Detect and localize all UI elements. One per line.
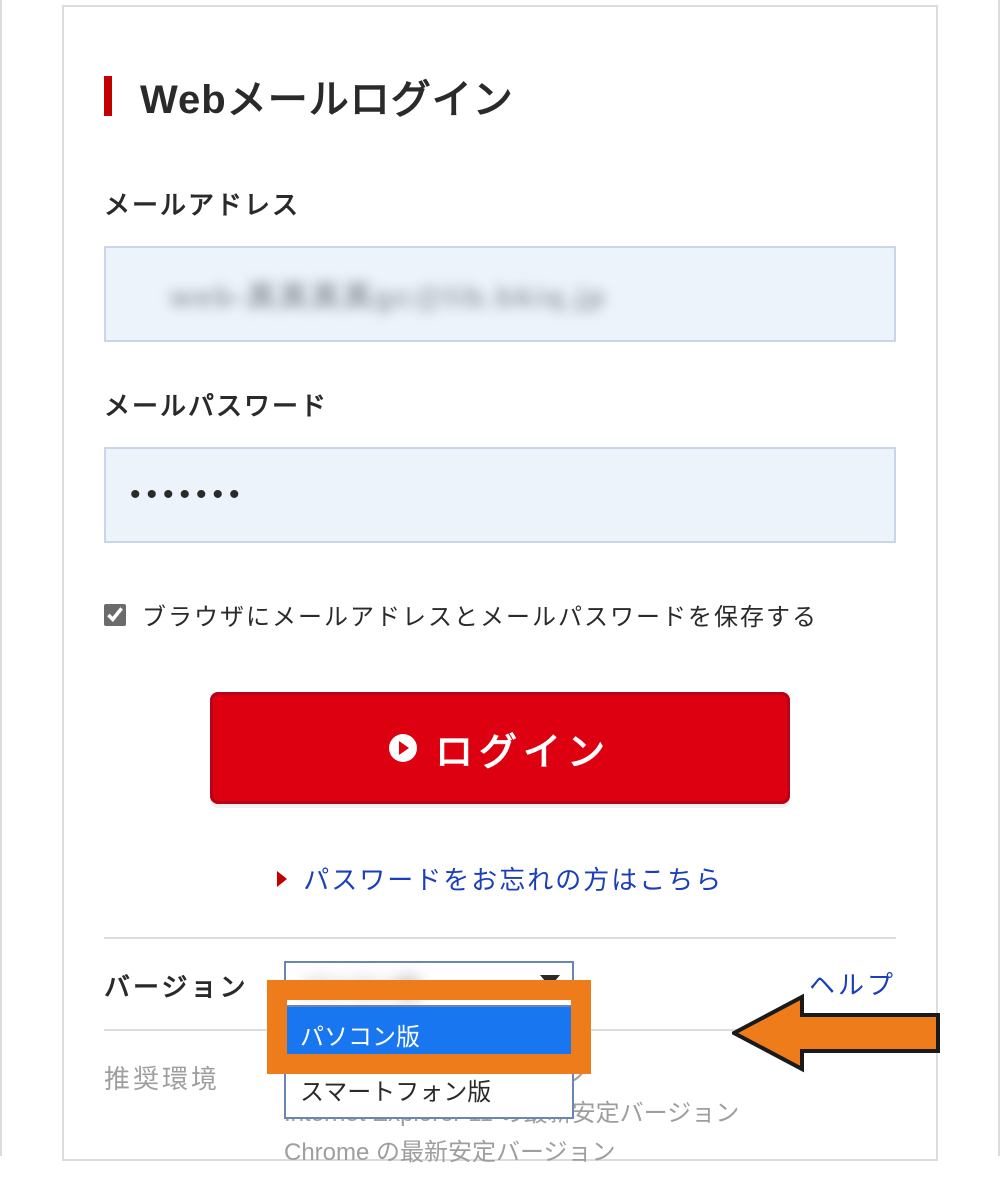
version-dropdown: パソコン版 スマートフォン版	[284, 1007, 574, 1119]
help-link[interactable]: ヘルプ	[809, 965, 896, 1002]
email-label: メールアドレス	[104, 185, 896, 222]
save-credentials-label: ブラウザにメールアドレスとメールパスワードを保存する	[142, 597, 818, 632]
version-row: バージョン パソコン版 パソコン版 スマートフォン版 ヘルプ	[104, 939, 896, 1029]
heading-accent-bar	[104, 76, 112, 116]
password-label: メールパスワード	[104, 386, 896, 423]
version-label: バージョン	[104, 961, 284, 1004]
email-field[interactable]	[104, 246, 896, 342]
version-select[interactable]: パソコン版	[284, 961, 574, 1007]
version-option-pc[interactable]: パソコン版	[286, 1007, 572, 1062]
version-select-value: パソコン版	[300, 969, 420, 1004]
env-item: Chrome の最新安定バージョン	[284, 1134, 739, 1172]
version-option-smartphone[interactable]: スマートフォン版	[286, 1062, 572, 1117]
play-circle-icon	[389, 734, 417, 762]
env-label: 推奨環境	[104, 1053, 284, 1096]
page-title: Webメールログイン	[140, 67, 514, 125]
save-credentials-checkbox[interactable]	[104, 604, 126, 626]
login-panel: Webメールログイン メールアドレス web-真真真真gc@lib.bkiq.j…	[62, 5, 938, 1161]
forgot-password-link[interactable]: パスワードをお忘れの方はこちら	[303, 865, 723, 895]
login-button-label: ログイン	[435, 721, 611, 776]
triangle-right-icon	[277, 871, 287, 887]
page-heading: Webメールログイン	[104, 67, 896, 125]
password-field[interactable]	[104, 447, 896, 543]
login-button[interactable]: ログイン	[210, 692, 790, 804]
chevron-down-icon	[540, 975, 560, 987]
